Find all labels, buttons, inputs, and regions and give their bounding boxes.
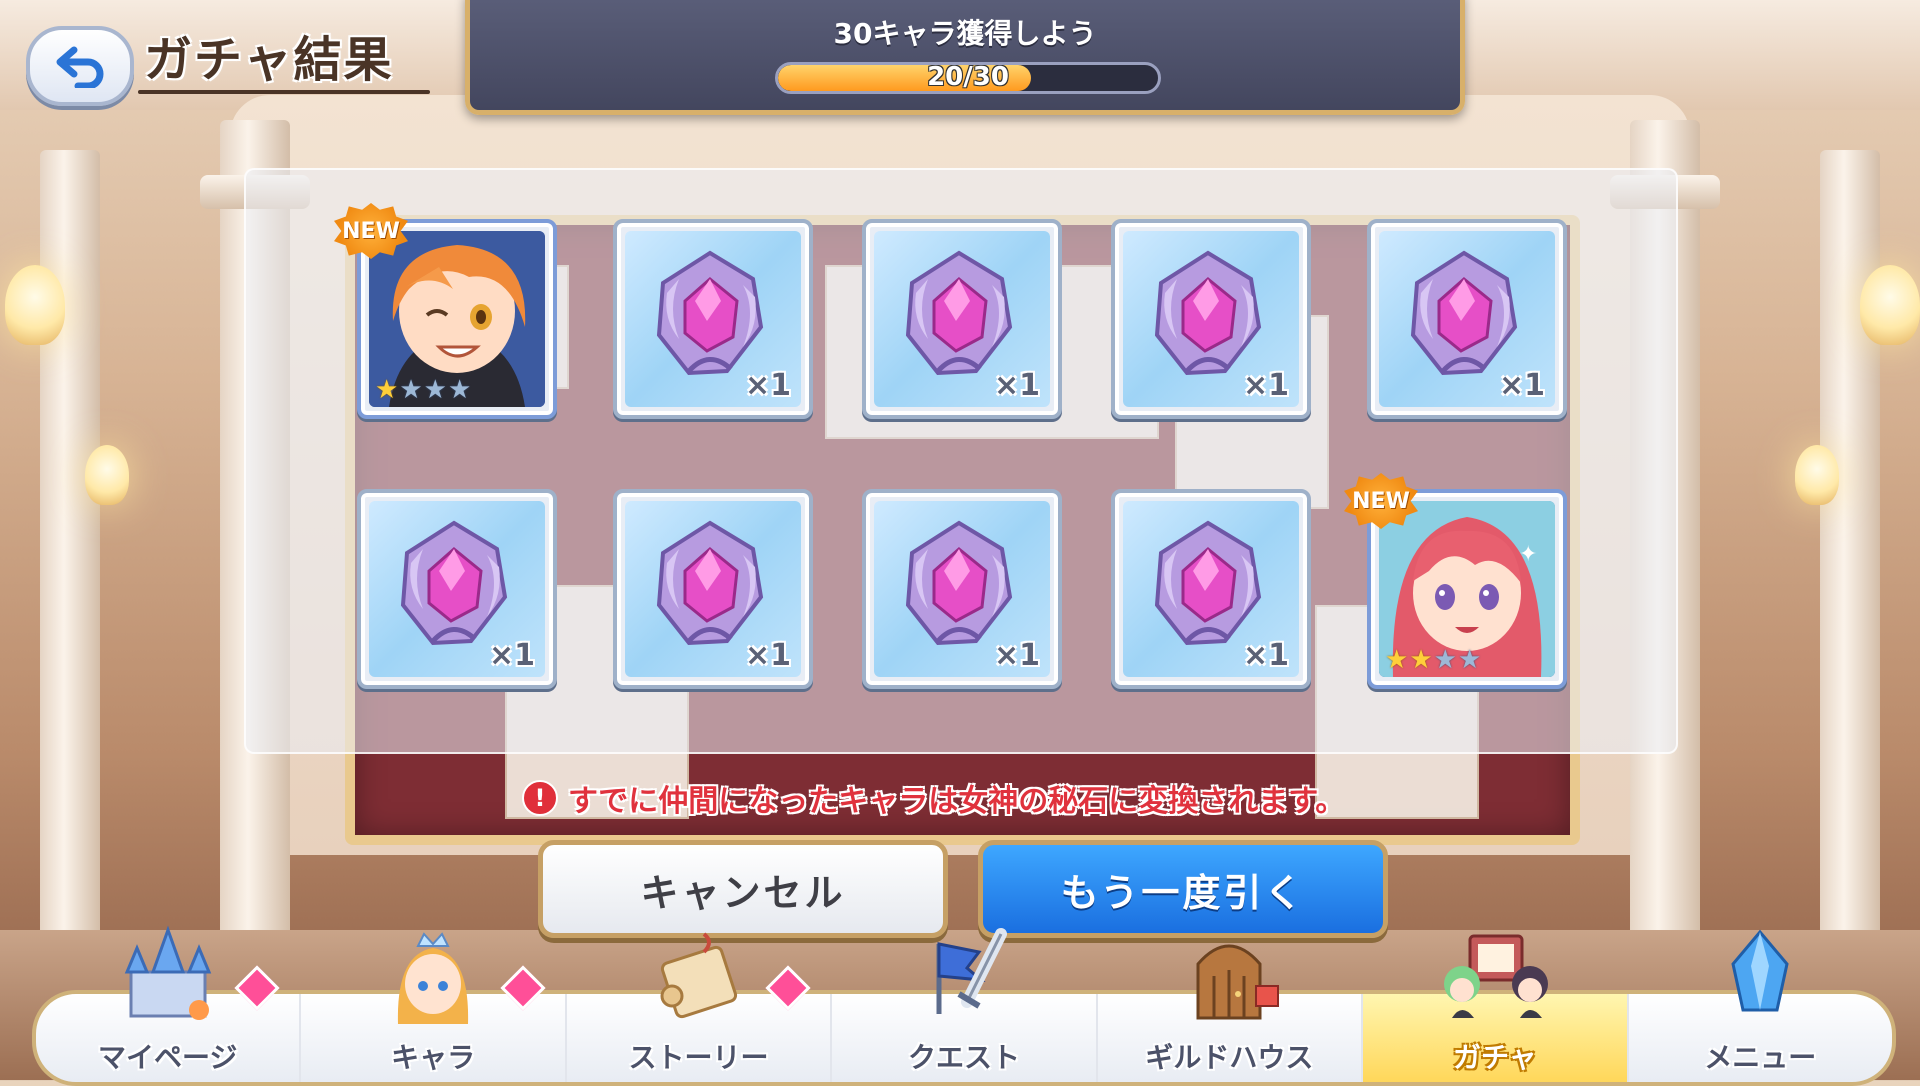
star-icon: ★ bbox=[1385, 645, 1409, 675]
duplicate-notice: ! すでに仲間になったキャラは女神の秘石に変換されます。 bbox=[522, 776, 1345, 820]
svg-text:✦: ✦ bbox=[1519, 542, 1537, 567]
gacha-board-icon bbox=[1443, 934, 1548, 1018]
item-quantity: ×1 bbox=[488, 638, 535, 673]
character-portrait-frame: ✦ ★ ★ ★ ★ bbox=[1379, 501, 1555, 677]
goddess-stone-icon bbox=[905, 520, 1013, 646]
item-quantity: ×1 bbox=[744, 368, 791, 403]
nav-label: マイページ bbox=[97, 1041, 238, 1074]
bottom-nav: マイページ キャラ ストーリー クエスト ギルドハウス ガチャ メニュー bbox=[32, 925, 1896, 1086]
page-title: ガチャ結果 bbox=[144, 32, 394, 88]
item-frame: ×1 bbox=[1123, 501, 1299, 677]
back-button[interactable] bbox=[26, 26, 134, 106]
progress-text: 20/30 bbox=[927, 62, 1009, 92]
result-tile-item[interactable]: ×1 bbox=[613, 219, 813, 419]
star-icon: ★ bbox=[423, 375, 447, 405]
goddess-stone-icon bbox=[1410, 250, 1518, 376]
nav-label: ギルドハウス bbox=[1145, 1041, 1314, 1074]
castle-icon bbox=[124, 925, 211, 1020]
title-underline bbox=[138, 90, 430, 94]
nav-item-menu[interactable]: メニュー bbox=[1629, 929, 1892, 1082]
nav-label: キャラ bbox=[391, 1041, 476, 1074]
nav-item-quest[interactable]: クエスト bbox=[832, 928, 1098, 1082]
nav-item-character[interactable]: キャラ bbox=[301, 932, 567, 1082]
item-quantity: ×1 bbox=[1242, 638, 1289, 673]
star-icon: ★ bbox=[1433, 645, 1457, 675]
star-icon: ★ bbox=[399, 375, 423, 405]
star-icon: ★ bbox=[1457, 645, 1482, 675]
result-tile-item[interactable]: ×1 bbox=[1367, 219, 1567, 419]
result-tile-item[interactable]: ×1 bbox=[613, 489, 813, 689]
result-tile-item[interactable]: ×1 bbox=[357, 489, 557, 689]
princess-icon bbox=[398, 932, 469, 1024]
rarity-stars: ★ ★ ★ ★ bbox=[375, 377, 471, 403]
item-frame: ×1 bbox=[1123, 231, 1299, 407]
back-arrow-icon bbox=[56, 46, 104, 88]
item-frame: ×1 bbox=[874, 501, 1050, 677]
nav-label: ストーリー bbox=[628, 1041, 769, 1074]
goddess-stone-icon bbox=[656, 250, 764, 376]
sword-flag-icon bbox=[936, 928, 1007, 1014]
item-frame: ×1 bbox=[874, 231, 1050, 407]
result-tile-item[interactable]: ×1 bbox=[862, 219, 1062, 419]
star-icon: ★ bbox=[1409, 645, 1433, 675]
item-frame: ×1 bbox=[625, 231, 801, 407]
wall-lamp-icon bbox=[85, 445, 129, 505]
item-quantity: ×1 bbox=[1242, 368, 1289, 403]
item-frame: ×1 bbox=[625, 501, 801, 677]
nav-label: メニュー bbox=[1704, 1041, 1817, 1074]
mission-progress-bar: 20/30 bbox=[775, 62, 1161, 94]
goddess-stone-icon bbox=[905, 250, 1013, 376]
result-tile-item[interactable]: ×1 bbox=[1111, 219, 1311, 419]
nav-item-mypage[interactable]: マイページ bbox=[36, 925, 302, 1082]
item-quantity: ×1 bbox=[1498, 368, 1545, 403]
item-quantity: ×1 bbox=[993, 638, 1040, 673]
scroll-icon bbox=[660, 932, 737, 1019]
nav-item-gacha[interactable]: ガチャ bbox=[1363, 934, 1629, 1082]
result-tile-item[interactable]: ×1 bbox=[862, 489, 1062, 689]
star-icon: ★ bbox=[375, 375, 399, 405]
nav-item-guildhouse[interactable]: ギルドハウス bbox=[1098, 944, 1364, 1082]
guild-door-icon bbox=[1196, 944, 1280, 1020]
item-quantity: ×1 bbox=[744, 638, 791, 673]
nav-item-story[interactable]: ストーリー bbox=[567, 932, 833, 1082]
goddess-stone-icon bbox=[1154, 250, 1262, 376]
wall-lamp-icon bbox=[1795, 445, 1839, 505]
mission-text: 30キャラ獲得しよう bbox=[833, 17, 1097, 50]
wall-lamp-icon bbox=[1860, 265, 1920, 345]
notice-text: すでに仲間になったキャラは女神の秘石に変換されます。 bbox=[568, 784, 1346, 819]
nav-label: ガチャ bbox=[1452, 1041, 1537, 1074]
wall-lamp-icon bbox=[5, 265, 65, 345]
goddess-stone-icon bbox=[1154, 520, 1262, 646]
crystal-icon bbox=[1731, 929, 1789, 1012]
item-frame: ×1 bbox=[369, 501, 545, 677]
rarity-stars: ★ ★ ★ ★ bbox=[1385, 647, 1481, 673]
goddess-stone-icon bbox=[400, 520, 508, 646]
goddess-stone-icon bbox=[656, 520, 764, 646]
item-frame: ×1 bbox=[1379, 231, 1555, 407]
mission-banner: 30キャラ獲得しよう 20/30 bbox=[465, 0, 1465, 115]
star-icon: ★ bbox=[447, 375, 472, 405]
warning-icon: ! bbox=[522, 780, 558, 816]
nav-label: クエスト bbox=[907, 1041, 1020, 1074]
result-tile-item[interactable]: ×1 bbox=[1111, 489, 1311, 689]
character-portrait-frame: ★ ★ ★ ★ bbox=[369, 231, 545, 407]
item-quantity: ×1 bbox=[993, 368, 1040, 403]
